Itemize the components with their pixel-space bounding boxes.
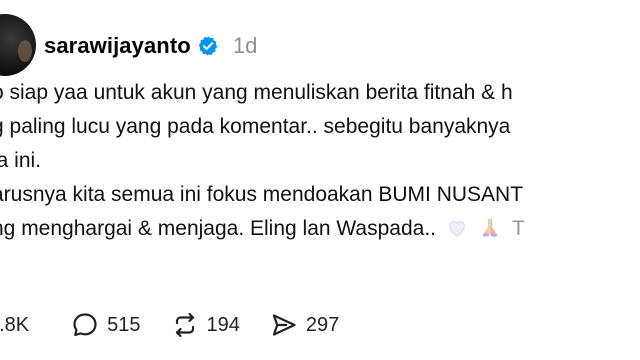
repost-button[interactable]: 194 (171, 311, 240, 339)
post-line: arusnya kita semua ini fokus mendoakan B… (0, 183, 524, 206)
comment-bubble-icon (73, 313, 97, 337)
verified-badge-icon (197, 35, 219, 57)
author-username[interactable]: sarawijayanto (44, 33, 191, 59)
post-line: g paling lucu yang pada komentar.. sebeg… (0, 115, 511, 138)
avatar-face (18, 40, 32, 62)
reply-button[interactable]: 515 (71, 311, 141, 339)
post-line: o siap yaa untuk akun yang menuliskan be… (0, 81, 513, 104)
send-arrow-icon (272, 314, 296, 336)
repost-count: 194 (206, 313, 240, 336)
like-button[interactable]: 5.8K (0, 314, 29, 337)
avatar[interactable] (0, 14, 36, 76)
action-bar: 5.8K 515 194 297 (0, 308, 369, 342)
post-timestamp[interactable]: 1d (233, 33, 257, 59)
like-count: 5.8K (0, 313, 30, 336)
post-header: sarawijayanto 1d (44, 30, 257, 62)
repost-icon (175, 312, 194, 338)
post-line-text: ng menghargai & menjaga. Eling lan Waspa… (0, 217, 436, 240)
truncated-text: T (512, 217, 525, 240)
white-heart-icon (446, 216, 468, 250)
reply-count: 515 (107, 313, 141, 336)
share-button[interactable]: 297 (270, 311, 339, 339)
folded-hands-icon (478, 215, 502, 250)
post-line-last: ng menghargai & menjaga. Eling lan Waspa… (0, 212, 640, 246)
share-count: 297 (305, 313, 340, 336)
post-body: o siap yaa untuk akun yang menuliskan be… (0, 76, 640, 246)
post-line: ia ini. (0, 149, 42, 172)
